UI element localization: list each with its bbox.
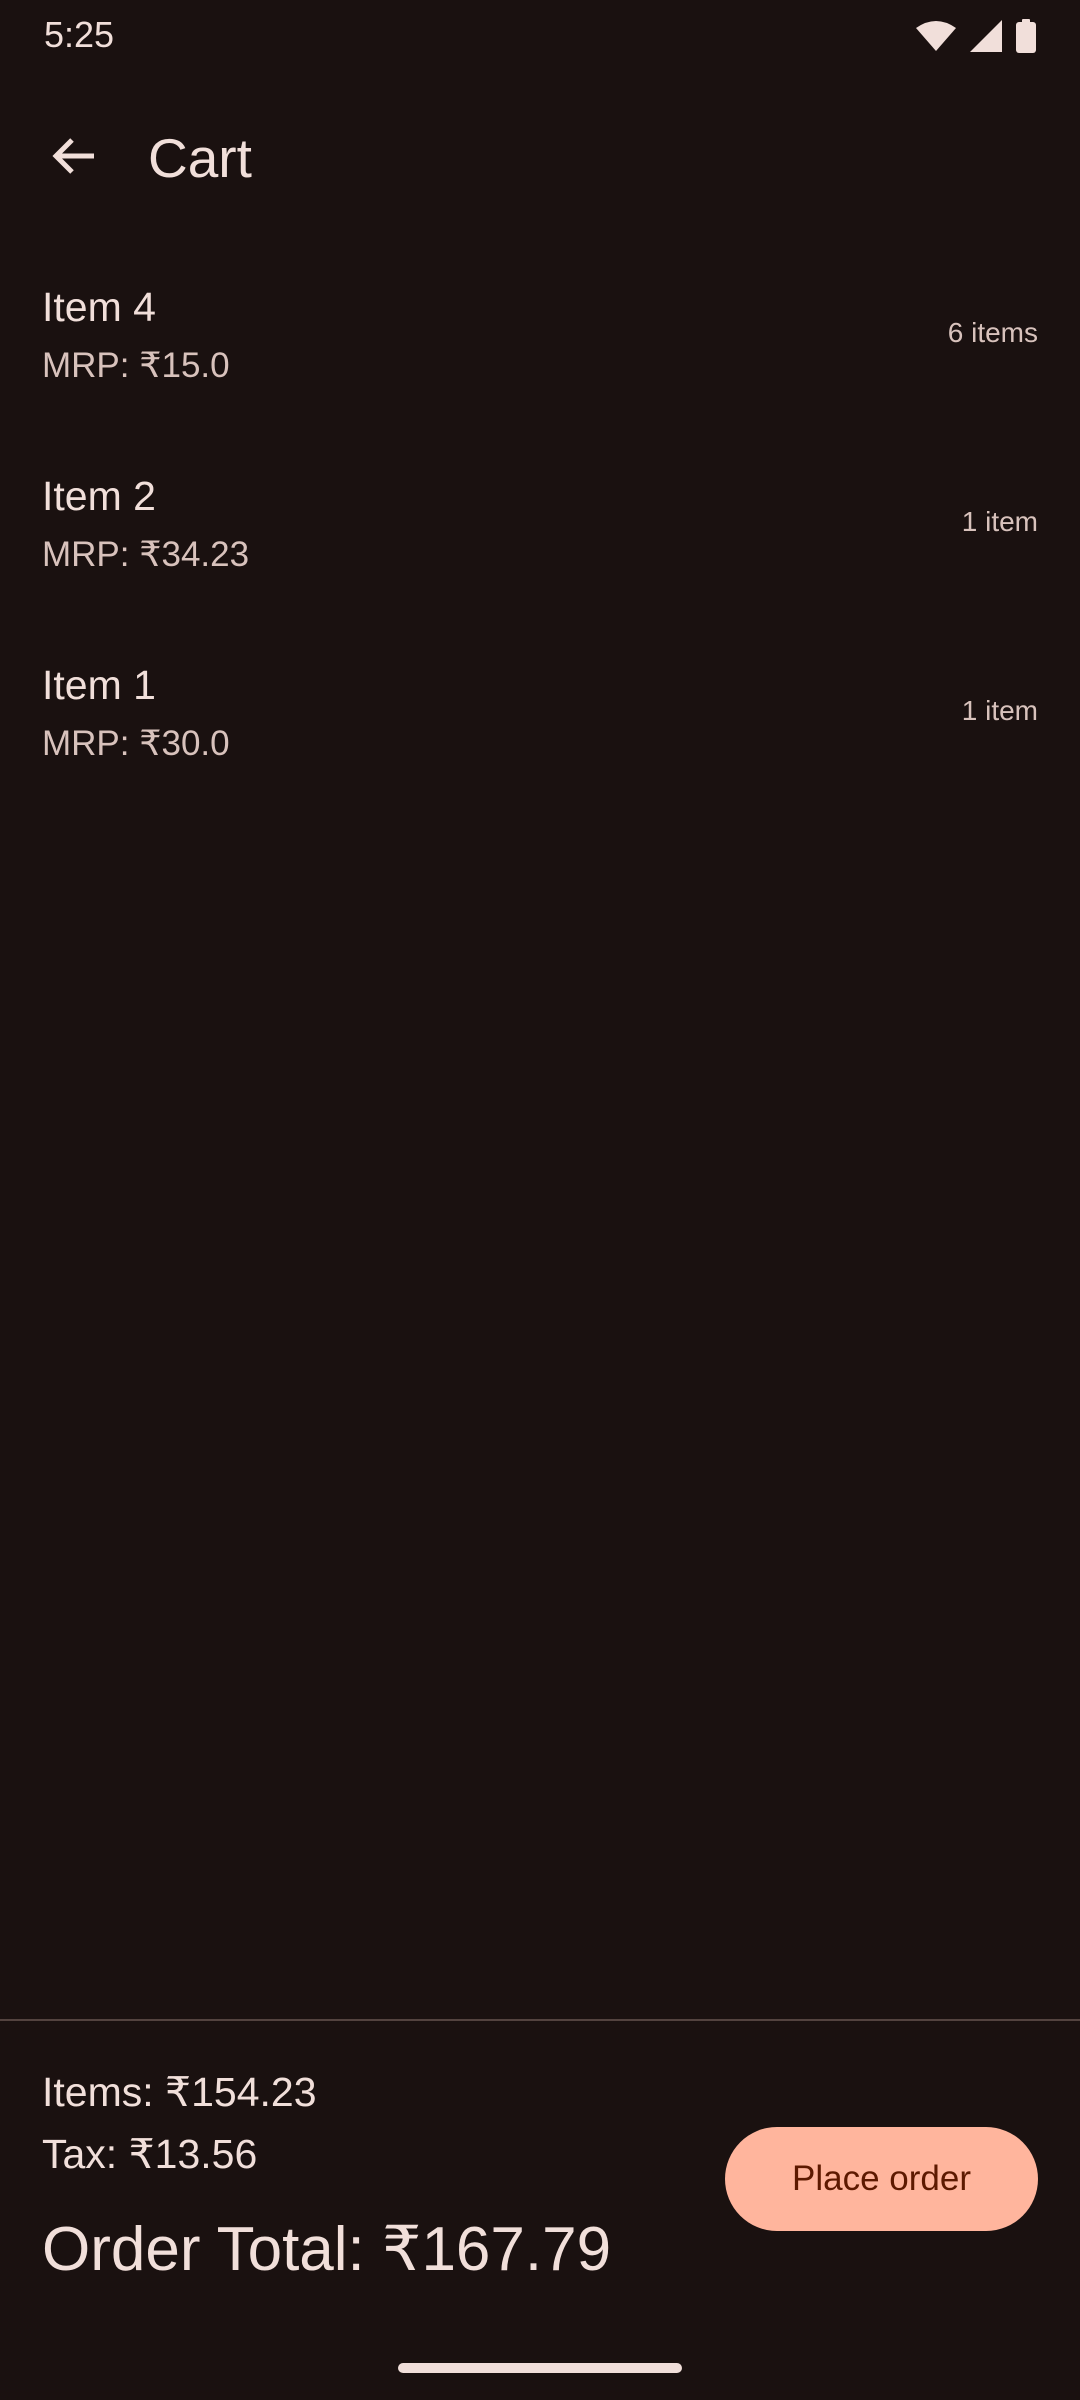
cart-item[interactable]: Item 2 MRP: ₹34.23 1 item [0,431,1080,620]
cart-item[interactable]: Item 4 MRP: ₹15.0 6 items [0,242,1080,431]
place-order-button[interactable]: Place order [725,2127,1038,2231]
wifi-icon [916,20,956,52]
item-name: Item 2 [42,473,156,519]
gesture-nav-handle[interactable] [398,2363,682,2373]
summary-divider [0,2019,1080,2021]
page-title: Cart [148,127,252,189]
cart-item[interactable]: Item 1 MRP: ₹30.0 1 item [0,620,1080,809]
app-bar: Cart [0,96,1080,220]
battery-icon [1016,19,1036,53]
item-name: Item 1 [42,662,156,708]
item-quantity: 1 item [961,695,1038,726]
status-icons [916,18,1036,54]
order-total: Order Total: ₹167.79 [42,2215,612,2284]
status-time: 5:25 [44,14,115,55]
tax-amount: Tax: ₹13.56 [42,2131,258,2177]
status-bar: 5:25 [0,0,1080,72]
item-name: Item 4 [42,284,156,330]
cell-signal-icon [970,20,1002,52]
items-subtotal: Items: ₹154.23 [42,2069,317,2115]
item-mrp: MRP: ₹15.0 [42,346,230,385]
item-mrp: MRP: ₹34.23 [42,535,250,574]
item-quantity: 6 items [947,317,1038,348]
item-quantity: 1 item [961,506,1038,537]
item-mrp: MRP: ₹30.0 [42,724,230,763]
back-button[interactable] [34,118,114,198]
arrow-back-icon [50,132,98,185]
cart-list: Item 4 MRP: ₹15.0 6 items Item 2 MRP: ₹3… [0,242,1080,809]
